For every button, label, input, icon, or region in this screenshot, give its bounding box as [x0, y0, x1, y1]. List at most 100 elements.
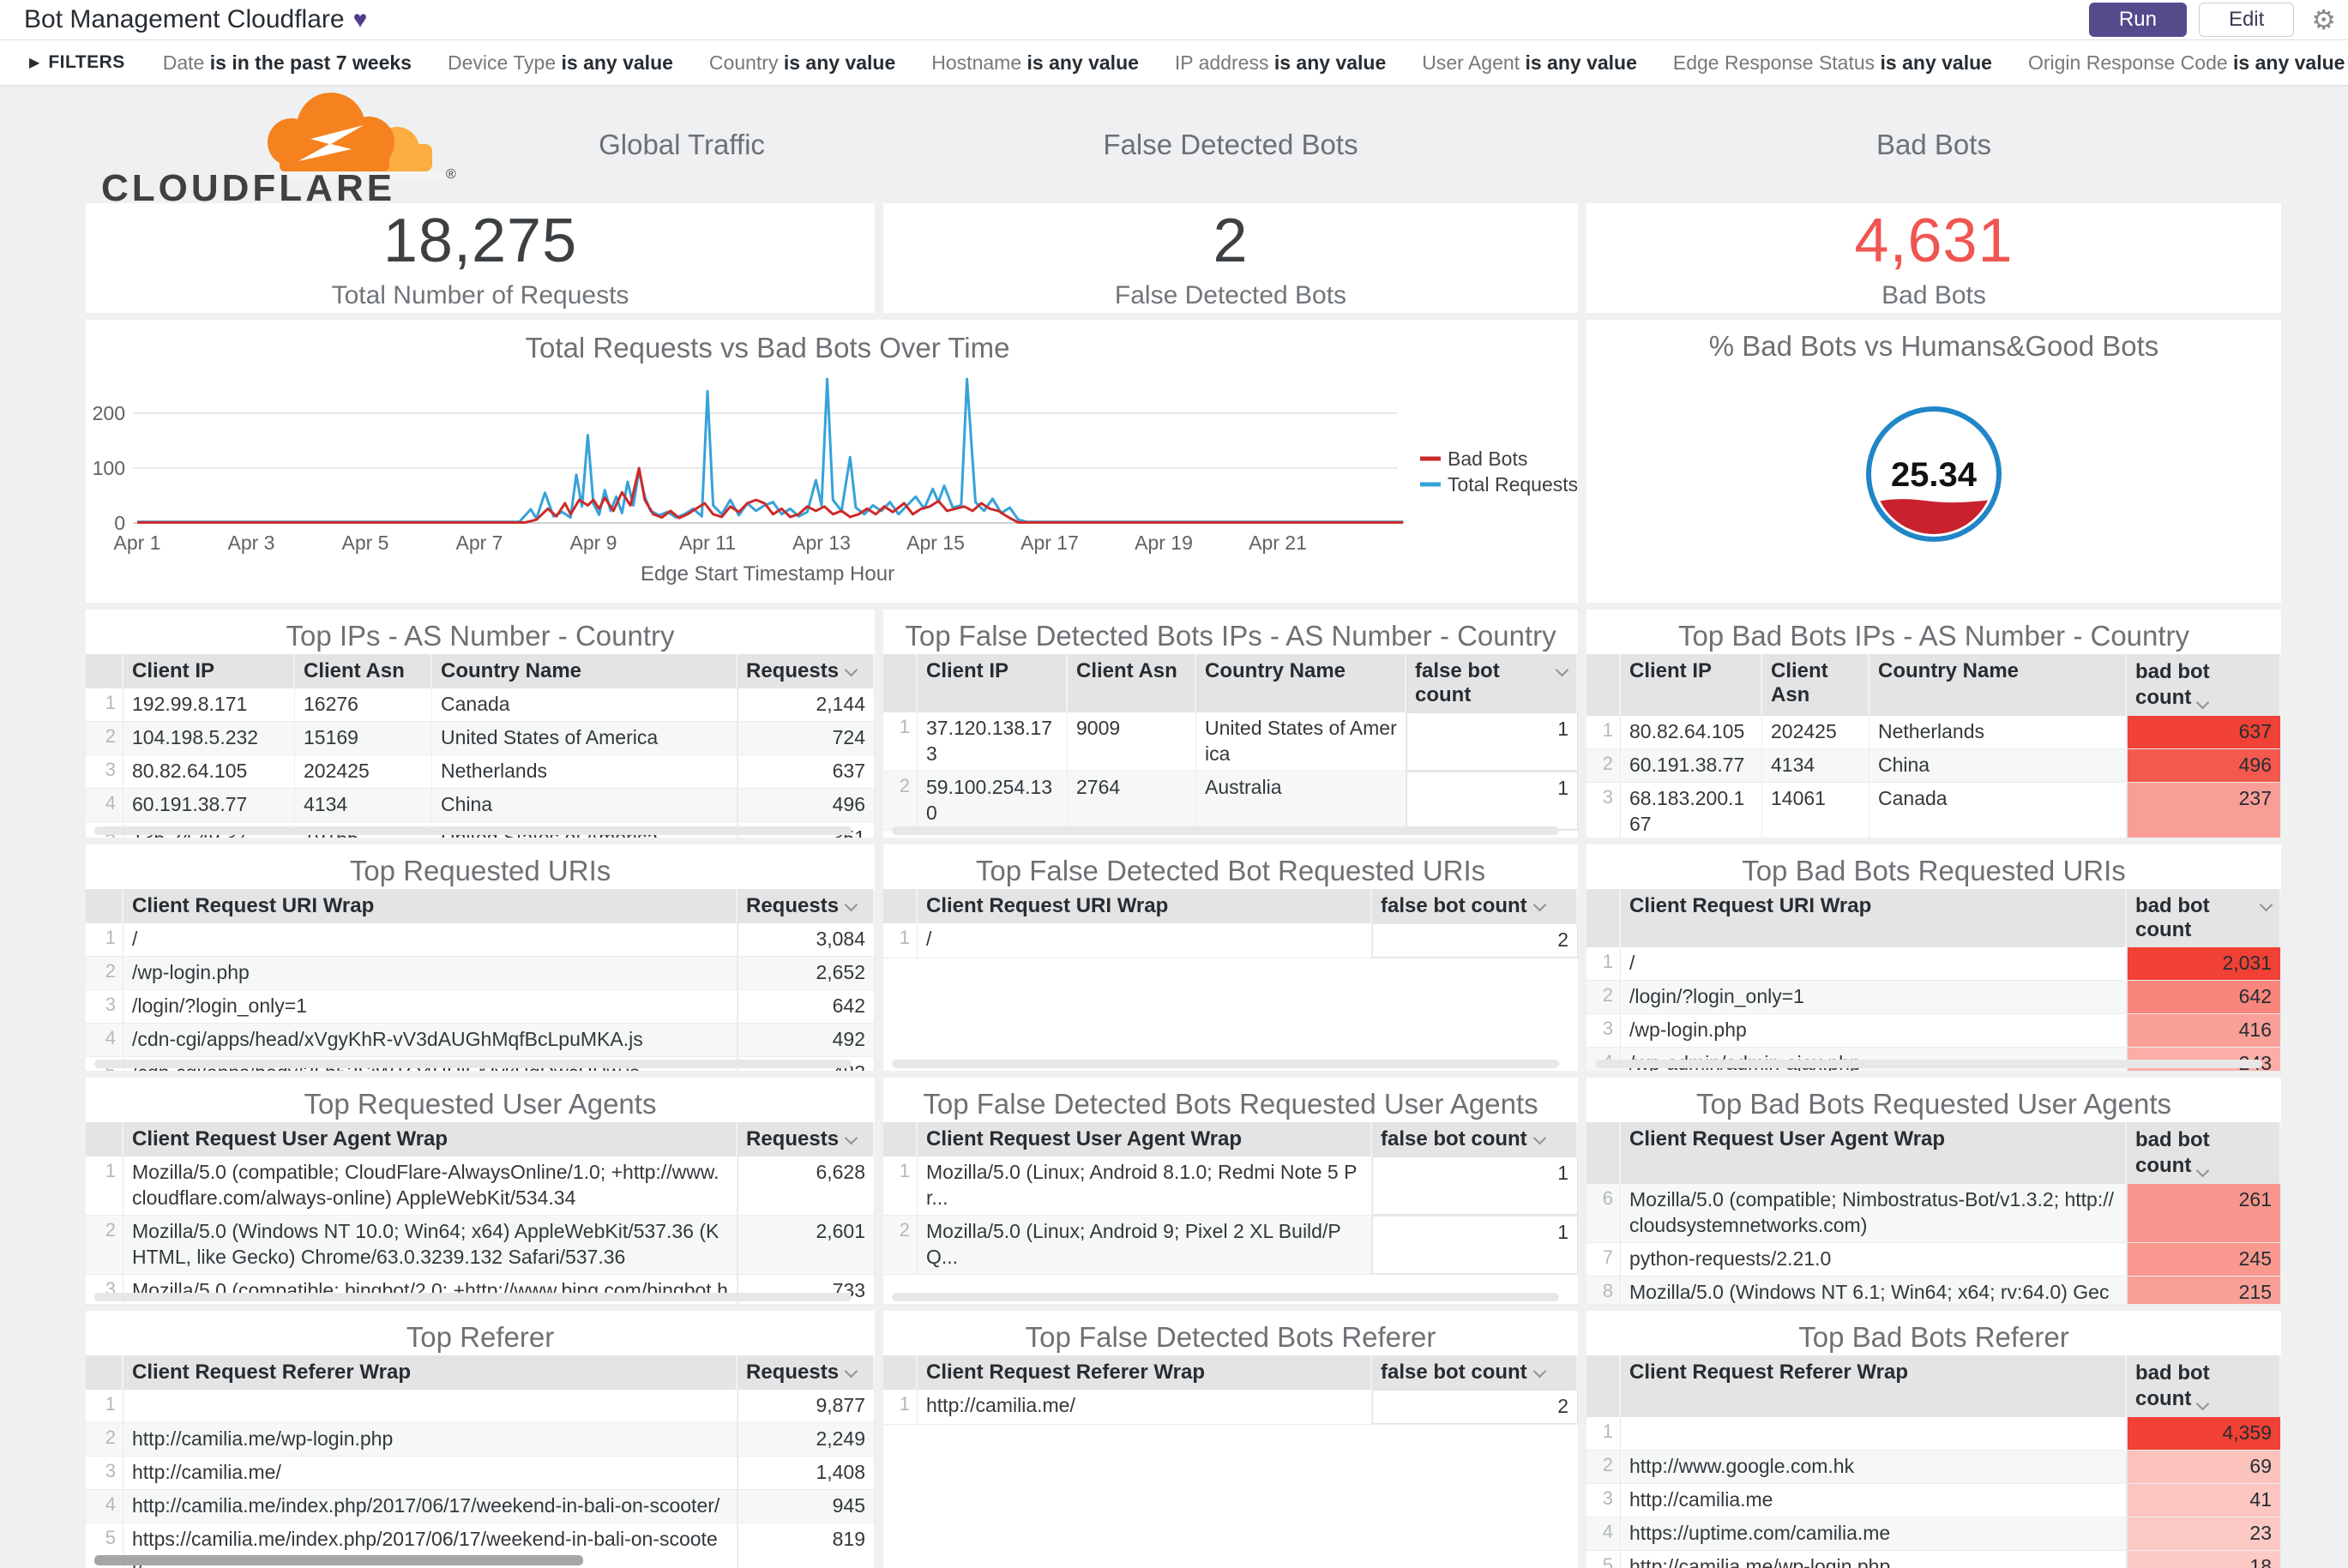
row-number-header — [86, 889, 123, 923]
run-button[interactable]: Run — [2088, 2, 2187, 38]
sort-caret-icon — [2261, 900, 2271, 912]
kpi-label: Bad Bots — [1881, 281, 1986, 309]
table-row: 1 http://camilia.me/2 — [883, 1390, 1578, 1425]
sort-caret-icon — [1556, 665, 1568, 677]
row-number: 2 — [86, 1215, 123, 1274]
column-header[interactable]: Client IP — [918, 654, 1068, 712]
row-number: 2 — [86, 1422, 123, 1456]
horizontal-scrollbar[interactable] — [94, 1293, 852, 1301]
table-bad-bots-ips: Top Bad Bots IPs - AS Number - Country Cl… — [1586, 610, 2281, 838]
filter-item[interactable]: IP address is any value — [1175, 51, 1386, 74]
column-header[interactable]: false bot count — [1406, 654, 1578, 712]
horizontal-scrollbar[interactable] — [1595, 1060, 2262, 1068]
value-cell: 1,408 — [738, 1456, 875, 1489]
row-number: 1 — [883, 712, 918, 771]
table-cell: python-requests/2.21.0 — [1621, 1242, 2127, 1276]
filter-item[interactable]: Country is any value — [709, 51, 895, 74]
value-cell: 637 — [2127, 716, 2281, 748]
table-header-row: Client Request Referer Wrap false bot cou… — [883, 1355, 1578, 1390]
table-row: 4 60.191.38.77 4134 China 496 — [86, 788, 875, 822]
table-row: 2 Mozilla/5.0 (Linux; Android 9; Pixel 2 … — [883, 1215, 1578, 1275]
column-header[interactable]: Client Request URI Wrap — [918, 889, 1372, 923]
column-header[interactable]: Client Asn — [295, 654, 432, 688]
column-header[interactable]: false bot count — [1372, 1355, 1578, 1390]
svg-text:Apr 1: Apr 1 — [114, 532, 161, 554]
column-header[interactable]: Requests — [738, 654, 875, 688]
row-number-header — [1586, 889, 1621, 947]
column-header[interactable]: Country Name — [432, 654, 738, 688]
column-header[interactable]: Client Request Referer Wrap — [1621, 1355, 2127, 1417]
column-header[interactable]: bad bot count — [2127, 654, 2281, 716]
column-header[interactable]: Requests — [738, 889, 875, 923]
column-header[interactable]: Client Request URI Wrap — [1621, 889, 2127, 947]
row-number: 1 — [1586, 947, 1621, 980]
value-cell: 1 — [1372, 1215, 1578, 1274]
table-row: 7 python-requests/2.21.0 245 — [1586, 1242, 2281, 1277]
table-row: 3/wp-login.php 416 — [1586, 1013, 2281, 1048]
panel-title: Top Bad Bots Referer — [1798, 1321, 2069, 1353]
svg-text:Apr 15: Apr 15 — [906, 532, 965, 554]
filter-item[interactable]: Edge Response Status is any value — [1673, 51, 1992, 74]
filter-item[interactable]: Date is in the past 7 weeks — [163, 51, 412, 74]
table-cell: United States of America — [1196, 712, 1406, 771]
column-header[interactable]: Client Request User Agent Wrap — [123, 1122, 738, 1156]
table-row: 2 59.100.254.130 2764 Australia 1 — [883, 771, 1578, 831]
table-cell: 14061 — [1762, 782, 1869, 838]
table-cell: 37.120.138.173 — [918, 712, 1068, 771]
kpi-bad-bots: 4,631 Bad Bots — [1586, 203, 2281, 313]
filters-expand-icon[interactable]: ▶ — [29, 54, 39, 71]
row-number: 6 — [1586, 1184, 1621, 1242]
row-number-header — [1586, 1355, 1621, 1417]
column-header[interactable]: Requests — [738, 1355, 875, 1390]
table-top-referer: Top Referer Client Request Referer Wrap Re… — [86, 1311, 875, 1568]
panel-title: Top Bad Bots Requested User Agents — [1695, 1088, 2171, 1120]
table-cell: China — [1869, 748, 2127, 782]
column-header[interactable]: Client Asn — [1762, 654, 1869, 716]
column-header[interactable]: Client Request Referer Wrap — [123, 1355, 738, 1390]
table-cell: China — [432, 788, 738, 821]
svg-text:Apr 7: Apr 7 — [456, 532, 503, 554]
edit-button[interactable]: Edit — [2198, 2, 2295, 38]
column-header[interactable]: Client Asn — [1068, 654, 1196, 712]
row-number: 2 — [1586, 748, 1621, 782]
column-header[interactable]: Country Name — [1196, 654, 1406, 712]
table-cell: 104.198.5.232 — [123, 721, 295, 754]
column-header[interactable]: Client Request URI Wrap — [123, 889, 738, 923]
gear-icon[interactable]: ⚙ — [2306, 3, 2341, 36]
panel-title: Top False Detected Bot Requested URIs — [975, 855, 1486, 886]
column-header[interactable]: Client Request User Agent Wrap — [1621, 1122, 2127, 1184]
column-header[interactable]: bad bot count — [2127, 889, 2281, 947]
table-cell: http://camilia.me/wp-login.php — [123, 1422, 738, 1456]
column-header[interactable]: Country Name — [1869, 654, 2127, 716]
table-header-row: Client Request User Agent Wrap false bot … — [883, 1122, 1578, 1156]
horizontal-scrollbar[interactable] — [892, 826, 1559, 835]
table-cell: Netherlands — [1869, 716, 2127, 748]
horizontal-scrollbar[interactable] — [94, 1060, 852, 1068]
column-header[interactable]: bad bot count — [2127, 1122, 2281, 1184]
column-header[interactable]: bad bot count — [2127, 1355, 2281, 1417]
panel-title: Top False Detected Bots IPs - AS Number … — [905, 620, 1556, 652]
horizontal-scrollbar[interactable] — [892, 1293, 1559, 1301]
column-header[interactable]: Requests — [738, 1122, 875, 1156]
filter-item[interactable]: Device Type is any value — [448, 51, 673, 74]
row-number: 3 — [86, 754, 123, 788]
table-cell: /wp-login.php — [1621, 1013, 2127, 1047]
filter-item[interactable]: Origin Response Code is any value — [2028, 51, 2345, 74]
column-header[interactable]: false bot count — [1372, 1122, 1578, 1156]
heart-icon: ♥ — [352, 6, 368, 33]
column-header[interactable]: Client Request Referer Wrap — [918, 1355, 1372, 1390]
table-row: 1 192.99.8.171 16276 Canada 2,144 — [86, 688, 875, 722]
svg-text:Apr 5: Apr 5 — [342, 532, 389, 554]
table-row: 2/login/?login_only=1 642 — [1586, 980, 2281, 1014]
horizontal-scrollbar[interactable] — [892, 1060, 1559, 1068]
table-cell: 68.183.200.167 — [1621, 782, 1762, 838]
filter-item[interactable]: User Agent is any value — [1422, 51, 1637, 74]
table-row: 2 http://www.google.com.hk 69 — [1586, 1450, 2281, 1484]
horizontal-scrollbar[interactable] — [94, 826, 852, 835]
column-header[interactable]: Client IP — [123, 654, 295, 688]
column-header[interactable]: Client IP — [1621, 654, 1762, 716]
column-header[interactable]: Client Request User Agent Wrap — [918, 1122, 1372, 1156]
value-cell: 642 — [738, 989, 875, 1023]
column-header[interactable]: false bot count — [1372, 889, 1578, 923]
filter-item[interactable]: Hostname is any value — [931, 51, 1139, 74]
